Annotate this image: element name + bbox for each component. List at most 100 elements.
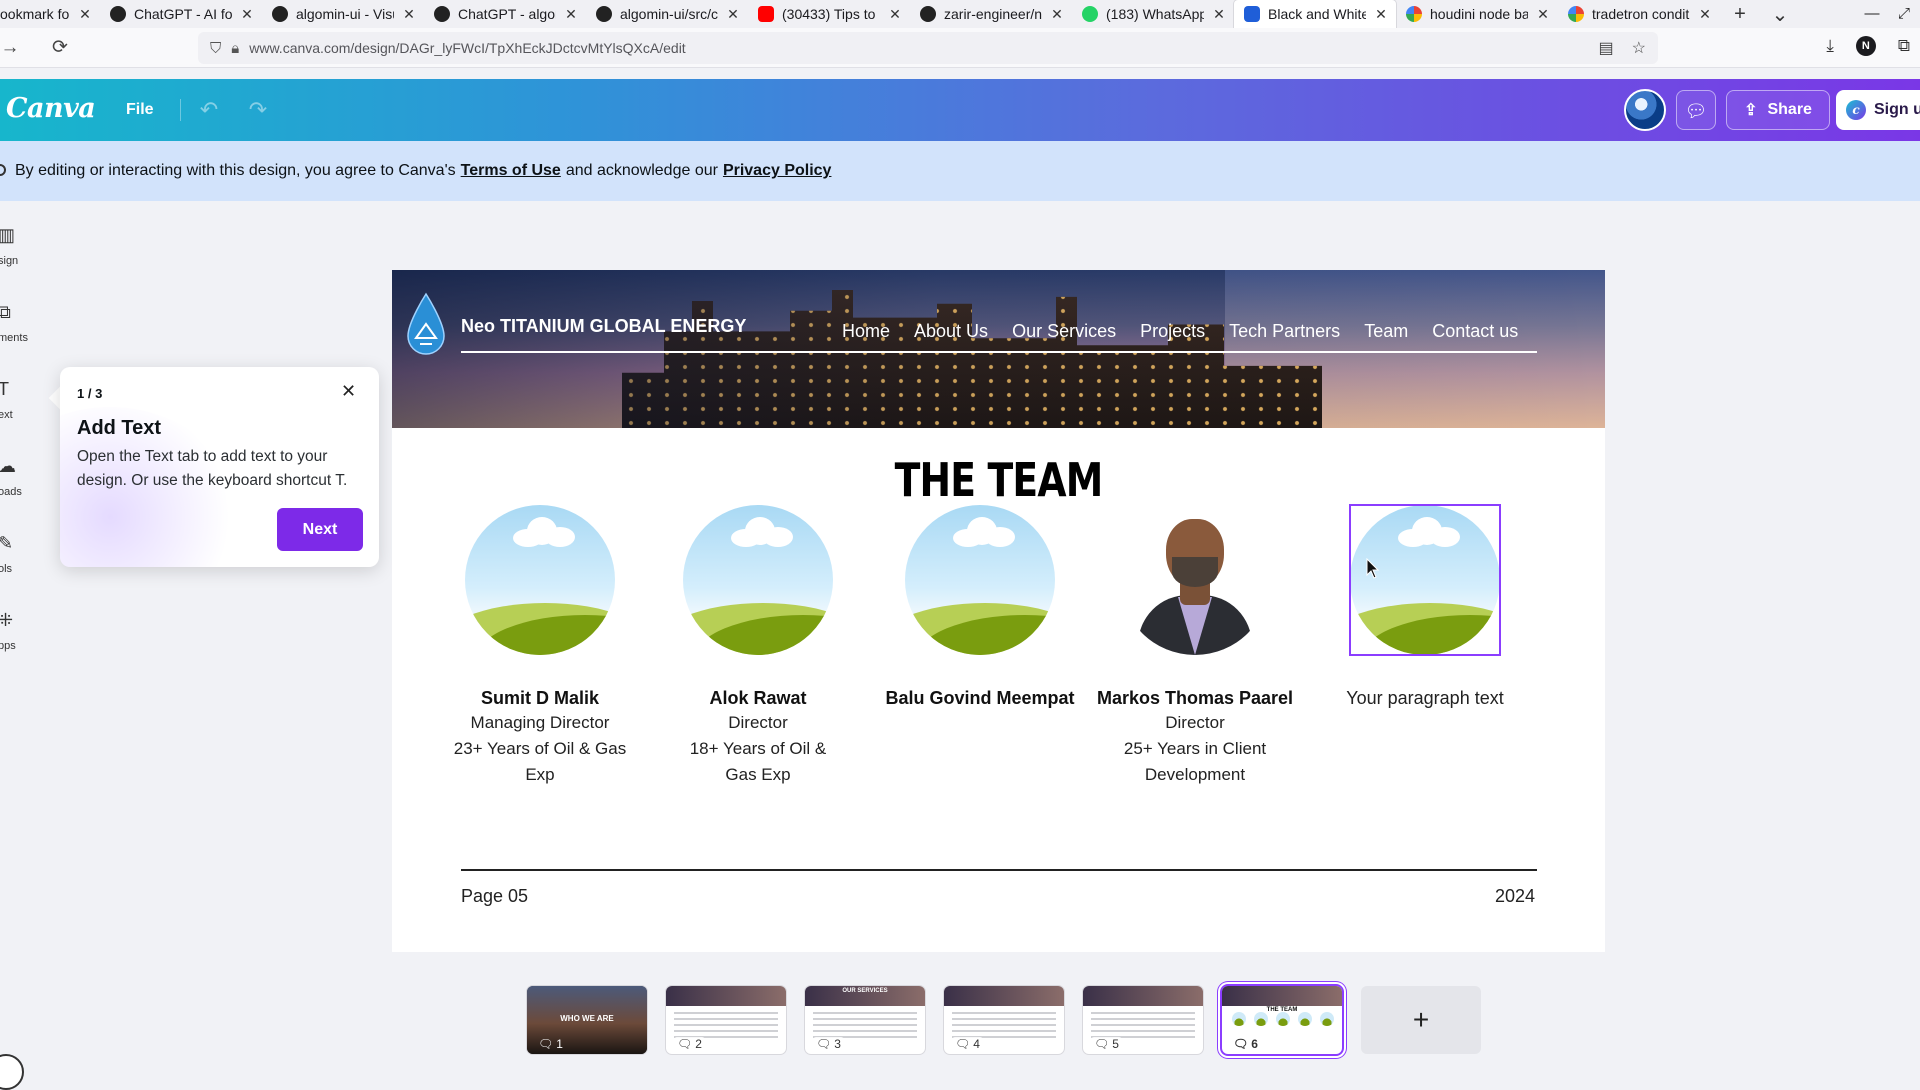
menu-item-tech-partners[interactable]: Tech Partners [1217, 321, 1352, 342]
member-experience[interactable]: 25+ Years in Client Development [1105, 736, 1285, 788]
add-page-button[interactable]: + [1361, 986, 1481, 1054]
rail-item-tools[interactable]: ✎ ols [0, 533, 30, 593]
tab-close-icon[interactable]: ✕ [564, 6, 578, 23]
tab-close-icon[interactable]: ✕ [402, 6, 416, 23]
menu-item-our-services[interactable]: Our Services [1000, 321, 1128, 342]
tab-close-icon[interactable]: ✕ [240, 6, 254, 23]
oil-drop-logo-icon[interactable] [404, 292, 448, 358]
browser-tab-active[interactable]: Black and White ✕ [1234, 0, 1396, 28]
sign-up-button[interactable]: c Sign u [1836, 90, 1920, 130]
member-experience[interactable]: 23+ Years of Oil & Gas Exp [440, 736, 640, 788]
browser-tab[interactable]: (30433) Tips to u ✕ [748, 0, 910, 28]
rail-item-text[interactable]: Text [0, 379, 30, 439]
close-icon[interactable]: ✕ [341, 381, 356, 402]
tab-close-icon[interactable]: ✕ [1212, 6, 1226, 23]
minimize-icon[interactable]: — [1856, 0, 1888, 28]
whatsapp-favicon-icon [1082, 6, 1098, 22]
page-thumbnail[interactable]: OUR SERVICES 🗨︎ 3 [805, 986, 925, 1054]
lock-icon[interactable]: 🔒︎ [231, 40, 239, 57]
rail-item-elements[interactable]: ⧉ ments [0, 302, 30, 362]
page-title[interactable]: THE TEAM [501, 453, 1496, 507]
restore-icon[interactable]: ⤢ [1888, 0, 1920, 28]
menu-item-about-us[interactable]: About Us [902, 321, 1000, 342]
menu-item-projects[interactable]: Projects [1128, 321, 1217, 342]
page-thumbnail[interactable]: 🗨︎ 2 [666, 986, 786, 1054]
terms-of-use-link[interactable]: Terms of Use [461, 162, 561, 180]
shield-icon[interactable]: ⛉ [210, 40, 221, 57]
tab-close-icon[interactable]: ✕ [1536, 6, 1550, 23]
browser-tab[interactable]: zarir-engineer/n ✕ [910, 0, 1072, 28]
page-thumbnail[interactable]: 🗨︎ 4 [944, 986, 1064, 1054]
tab-close-icon[interactable]: ✕ [888, 6, 902, 23]
browser-tab[interactable]: (183) WhatsApp ✕ [1072, 0, 1234, 28]
page-thumbnail[interactable]: WHO WE ARE 🗨︎ 1 [527, 986, 647, 1054]
header-banner-image[interactable]: Neo TITANIUM GLOBAL ENERGY Home About Us… [392, 270, 1605, 428]
comment-button[interactable]: 💬︎ [1676, 90, 1716, 130]
member-experience[interactable]: 18+ Years of Oil & Gas Exp [673, 736, 843, 788]
tab-list-chevron-icon[interactable]: ⌄ [1760, 2, 1800, 27]
member-photo[interactable] [1120, 505, 1270, 655]
menu-item-team[interactable]: Team [1352, 321, 1420, 342]
page-number-text[interactable]: Page 05 [461, 886, 528, 907]
browser-tab[interactable]: houdini node ba ✕ [1396, 0, 1558, 28]
tab-close-icon[interactable]: ✕ [726, 6, 740, 23]
browser-tab[interactable]: algomin-ui/src/c ✕ [586, 0, 748, 28]
canva-logo[interactable]: Canva [6, 93, 96, 124]
extensions-icon[interactable]: ⧉ [1898, 36, 1910, 56]
browser-tab[interactable]: tradetron condit ✕ [1558, 0, 1720, 28]
tab-close-icon[interactable]: ✕ [1050, 6, 1064, 23]
selection-box[interactable] [1349, 504, 1501, 656]
privacy-policy-link[interactable]: Privacy Policy [723, 162, 832, 180]
tab-close-icon[interactable]: ✕ [78, 6, 92, 23]
left-side-rail: ▥sign ⧉ments Text ☁︎oads ✎ols ⁜pps [0, 201, 30, 1080]
text-icon: T [0, 379, 9, 399]
design-page[interactable]: Neo TITANIUM GLOBAL ENERGY Home About Us… [392, 270, 1605, 952]
cloud-icon [953, 517, 1015, 547]
mouse-cursor-icon [1366, 558, 1380, 579]
rail-item-design[interactable]: ▥ sign [0, 225, 30, 285]
image-placeholder-frame[interactable] [465, 505, 615, 655]
toolbar-right: ⤓ N ⧉ [1826, 36, 1910, 56]
member-role[interactable]: Director [658, 710, 858, 736]
menu-item-home[interactable]: Home [830, 321, 902, 342]
rail-item-apps[interactable]: ⁜pps [0, 610, 30, 670]
member-name[interactable]: Sumit D Malik [440, 688, 640, 709]
rail-item-uploads[interactable]: ☁︎ oads [0, 456, 30, 516]
browser-tab[interactable]: ChatGPT - AI for ✕ [100, 0, 262, 28]
redo-icon[interactable]: ↷ [242, 94, 274, 126]
share-button[interactable]: ⇪ Share [1726, 90, 1830, 130]
tab-close-icon[interactable]: ✕ [1374, 6, 1388, 23]
menu-item-contact-us[interactable]: Contact us [1420, 321, 1530, 342]
company-name[interactable]: Neo TITANIUM GLOBAL ENERGY [461, 316, 746, 337]
bookmark-star-icon[interactable]: ☆ [1632, 38, 1646, 58]
browser-tab[interactable]: ChatGPT - algom ✕ [424, 0, 586, 28]
browser-tab[interactable]: ookmark folde✕ [0, 0, 100, 28]
reader-mode-icon[interactable]: ▤ [1599, 38, 1614, 58]
tools-icon: ✎ [0, 533, 14, 553]
reload-icon[interactable]: ⟳ [42, 36, 78, 59]
comment-icon: 🗨︎ [1233, 1037, 1249, 1051]
tour-title: Add Text [77, 417, 162, 439]
account-avatar[interactable]: N [1855, 36, 1876, 56]
download-icon[interactable]: ⤓ [1826, 36, 1834, 56]
member-name[interactable]: Markos Thomas Paarel [1095, 688, 1295, 709]
member-role[interactable]: Director [1095, 710, 1295, 736]
tour-next-button[interactable]: Next [277, 508, 363, 551]
new-tab-icon[interactable]: + [1720, 3, 1760, 26]
file-menu-button[interactable]: File [112, 95, 168, 125]
image-placeholder-frame[interactable] [683, 505, 833, 655]
year-text[interactable]: 2024 [1495, 886, 1535, 907]
user-avatar[interactable] [1624, 89, 1666, 131]
member-name[interactable]: Alok Rawat [658, 688, 858, 709]
page-thumbnail[interactable]: 🗨︎ 5 [1083, 986, 1203, 1054]
page-thumbnail-active[interactable]: THE TEAM 🗨︎ 6 [1222, 986, 1342, 1054]
image-placeholder-frame[interactable] [905, 505, 1055, 655]
browser-tab[interactable]: algomin-ui - Visu ✕ [262, 0, 424, 28]
undo-icon[interactable]: ↶ [193, 94, 225, 126]
member-name[interactable]: Balu Govind Meempat [880, 688, 1080, 709]
forward-icon[interactable]: → [0, 37, 28, 59]
tab-close-icon[interactable]: ✕ [1698, 6, 1712, 23]
member-role[interactable]: Managing Director [440, 710, 640, 736]
paragraph-placeholder-text[interactable]: Your paragraph text [1325, 688, 1525, 709]
address-bar[interactable]: ⛉ 🔒︎ www.canva.com/design/DAGr_lyFWcI/Tp… [198, 32, 1658, 64]
